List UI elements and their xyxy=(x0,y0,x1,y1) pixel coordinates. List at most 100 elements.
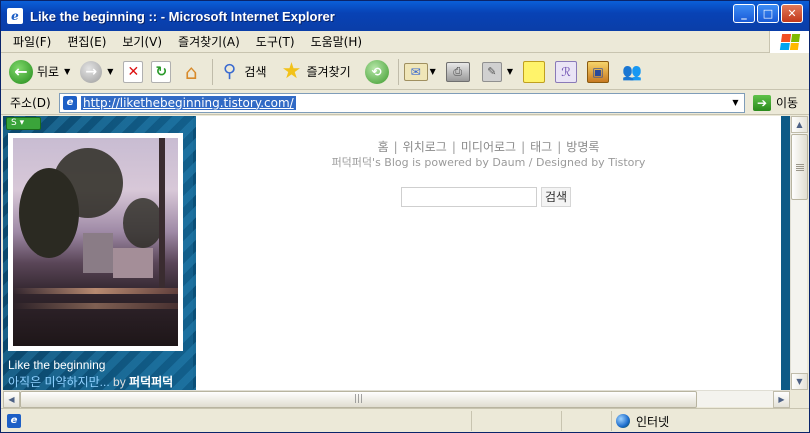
go-button[interactable]: ➔ 이동 xyxy=(753,94,798,111)
forward-button[interactable]: → ▼ xyxy=(80,57,113,87)
vertical-scrollbar[interactable]: ▲ ▼ xyxy=(790,116,808,390)
note-icon xyxy=(522,60,545,83)
favorites-button[interactable]: ★ 즐겨찾기 xyxy=(281,57,351,87)
blog-author[interactable]: 퍼덕퍼덕 xyxy=(129,375,173,389)
light-streak xyxy=(13,303,178,309)
blog-subtitle: 아직은 미약하지만... xyxy=(8,375,110,389)
page-content: S ▾ Like the beginning 아직은 미약하지만... by 퍼… xyxy=(3,116,790,390)
messenger-people-icon: 👥 xyxy=(622,62,642,81)
scroll-left-button[interactable]: ◀ xyxy=(3,391,20,408)
forward-dropdown-icon[interactable]: ▼ xyxy=(107,67,113,76)
maximize-button[interactable]: □ xyxy=(757,4,779,23)
building-shape xyxy=(113,248,153,278)
back-dropdown-icon[interactable]: ▼ xyxy=(64,67,70,76)
discuss-button[interactable] xyxy=(522,57,545,87)
nav-locationlog[interactable]: 위치로그 xyxy=(402,140,448,154)
home-icon: ⌂ xyxy=(185,59,198,84)
history-button[interactable]: ⟲ xyxy=(364,57,389,87)
building-shape xyxy=(83,233,113,273)
nav-medialog[interactable]: 미디어로그 xyxy=(460,140,517,154)
sidebar-toggle-button[interactable]: S ▾ xyxy=(6,117,41,130)
address-input[interactable]: e http://likethebeginning.tistory.com/ ▼ xyxy=(59,92,745,113)
vertical-scroll-thumb[interactable] xyxy=(791,134,808,200)
ie-icon: e xyxy=(7,8,23,24)
media-button[interactable]: ▣ xyxy=(586,57,609,87)
globe-icon xyxy=(616,414,630,428)
menu-help[interactable]: 도움말(H) xyxy=(303,33,371,50)
minimize-button[interactable]: _ xyxy=(733,4,755,23)
home-button[interactable]: ⌂ xyxy=(179,57,203,87)
back-label: 뒤로 xyxy=(37,65,60,79)
window-title: Like the beginning :: - Microsoft Intern… xyxy=(30,8,335,24)
print-button[interactable]: ⎙ xyxy=(445,57,470,87)
powered-by-text: 퍼덕퍼덕's Blog is powered by Daum / Designe… xyxy=(331,156,646,169)
nav-divider: | xyxy=(521,140,526,154)
mail-icon: ✉ xyxy=(403,62,428,81)
media-icon: ▣ xyxy=(586,60,609,83)
toolbar: ← 뒤로 ▼ → ▼ ✕ ↻ ⌂ ⚲ 검색 ★ 즐겨찾기 ⟲ ✉ ▼ ⎙ ✎ ▼… xyxy=(1,54,809,90)
menu-bar: 파일(F) 편집(E) 보기(V) 즐겨찾기(A) 도구(T) 도움말(H) xyxy=(1,31,809,53)
scroll-down-button[interactable]: ▼ xyxy=(791,373,808,390)
search-label: 검색 xyxy=(244,65,267,79)
address-url[interactable]: http://likethebeginning.tistory.com/ xyxy=(81,95,296,110)
blog-search: 검색 xyxy=(401,187,572,207)
tree-shape xyxy=(53,148,123,218)
status-cell xyxy=(471,411,472,431)
nav-guestbook[interactable]: 방명록 xyxy=(565,140,600,154)
blog-title[interactable]: Like the beginning xyxy=(8,358,105,372)
mail-button[interactable]: ✉ ▼ xyxy=(403,57,436,87)
horizontal-scrollbar[interactable]: ◀ ||| ▶ xyxy=(3,390,790,408)
menu-tools[interactable]: 도구(T) xyxy=(248,33,303,50)
scroll-right-button[interactable]: ▶ xyxy=(773,391,790,408)
edit-page-icon: ✎ xyxy=(481,61,502,82)
browser-window: e Like the beginning :: - Microsoft Inte… xyxy=(0,0,810,433)
status-bar: e 인터넷 xyxy=(1,408,809,432)
stop-icon: ✕ xyxy=(123,60,144,83)
windows-logo-icon xyxy=(769,31,809,53)
menu-view[interactable]: 보기(V) xyxy=(114,33,170,50)
menu-favorites[interactable]: 즐겨찾기(A) xyxy=(170,33,248,50)
edit-button[interactable]: ✎ ▼ xyxy=(481,57,513,87)
edit-dropdown-icon[interactable]: ▼ xyxy=(507,67,513,76)
menu-file[interactable]: 파일(F) xyxy=(1,33,59,50)
back-button[interactable]: ← 뒤로 ▼ xyxy=(9,57,70,87)
go-arrow-icon: ➔ xyxy=(753,94,771,111)
scroll-up-button[interactable]: ▲ xyxy=(791,116,808,133)
window-controls: _ □ ✕ xyxy=(733,4,803,23)
nav-home[interactable]: 홈 xyxy=(377,140,390,154)
stop-button[interactable]: ✕ xyxy=(123,57,144,87)
search-input[interactable] xyxy=(401,187,537,207)
blog-nav: 홈 | 위치로그 | 미디어로그 | 태그 | 방명록 xyxy=(196,138,781,155)
main-area: 홈 | 위치로그 | 미디어로그 | 태그 | 방명록 퍼덕퍼덕's Blog is power… xyxy=(196,116,781,390)
blog-sidebar: S ▾ Like the beginning 아직은 미약하지만... by 퍼… xyxy=(3,116,196,390)
address-dropdown-icon[interactable]: ▼ xyxy=(727,94,744,112)
light-streak xyxy=(13,288,178,294)
toolbar-separator xyxy=(397,58,399,85)
status-cell xyxy=(561,411,562,431)
horizontal-scroll-thumb[interactable]: ||| xyxy=(20,391,697,408)
close-button[interactable]: ✕ xyxy=(781,4,803,23)
refresh-button[interactable]: ↻ xyxy=(151,57,172,87)
pole-shape xyxy=(159,138,165,288)
messenger-notes-button[interactable]: ℛ xyxy=(554,57,577,87)
nav-tag[interactable]: 태그 xyxy=(529,140,553,154)
title-bar[interactable]: e Like the beginning :: - Microsoft Inte… xyxy=(1,1,809,31)
research-icon: ℛ xyxy=(554,60,577,83)
toolbar-separator xyxy=(212,58,214,85)
menu-edit[interactable]: 편집(E) xyxy=(59,33,114,50)
nav-divider: | xyxy=(393,140,398,154)
printer-icon: ⎙ xyxy=(445,61,470,82)
mail-dropdown-icon[interactable]: ▼ xyxy=(430,67,436,76)
refresh-icon: ↻ xyxy=(151,60,172,83)
profile-photo-frame xyxy=(8,133,183,351)
right-border-strip xyxy=(781,116,790,390)
messenger-button[interactable]: 👥 xyxy=(619,57,645,87)
search-button[interactable]: ⚲ 검색 xyxy=(218,57,267,87)
profile-photo xyxy=(13,138,178,346)
page-status-icon: e xyxy=(7,413,21,428)
by-label: by xyxy=(113,375,126,389)
security-zone[interactable]: 인터넷 xyxy=(611,411,669,431)
zone-label: 인터넷 xyxy=(636,414,670,429)
nav-divider: | xyxy=(451,140,456,154)
search-submit-button[interactable]: 검색 xyxy=(541,187,572,207)
